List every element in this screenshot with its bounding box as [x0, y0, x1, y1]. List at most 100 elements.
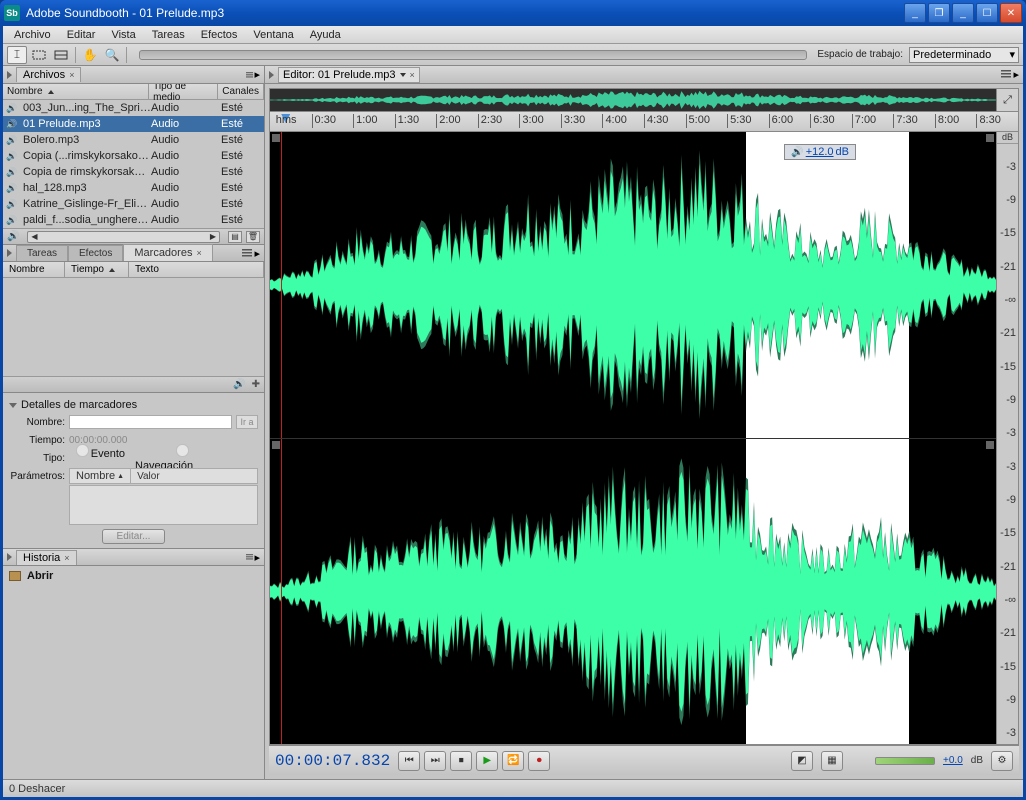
param-col-name[interactable]: Nombre▲	[69, 468, 130, 484]
detail-name-label: Nombre:	[9, 417, 65, 428]
transport-bar: 00:00:07.832 ⏮ ⏭ ⏹ ▶ 🔁 ⏺ ◩ ▦ +0.0 dB ⚙	[269, 745, 1019, 775]
marker-details: Detalles de marcadores Nombre: Ir a Tiem…	[3, 392, 264, 548]
folder-icon	[9, 571, 21, 581]
goto-button[interactable]: Ir a	[236, 415, 258, 429]
close-icon[interactable]: ×	[196, 248, 201, 258]
goto-start-button[interactable]: ⏮	[398, 751, 420, 771]
close-icon[interactable]: ×	[410, 70, 415, 80]
file-row[interactable]: 🔊Copia (...rimskykorsakov.mp3AudioEsté	[3, 148, 264, 164]
settings-icon[interactable]: ⚙	[991, 751, 1013, 771]
waveform-left[interactable]: 🔊 +12.0 dB	[270, 132, 996, 439]
overview-strip[interactable]: ⤢	[269, 88, 1019, 112]
ibeam-tool-icon[interactable]: 𝙸	[7, 46, 27, 64]
menu-editar[interactable]: Editar	[59, 28, 104, 42]
detail-type-label: Tipo:	[9, 453, 65, 464]
spectral-toggle-icon[interactable]: ▦	[821, 751, 843, 771]
close-button[interactable]: ✕	[1000, 3, 1022, 23]
tab-efectos[interactable]: Efectos	[68, 245, 123, 261]
volume-value[interactable]: +0.0	[943, 755, 963, 766]
file-row[interactable]: 🔊003_Jun...ing_The_Spring.mp3AudioEsté	[3, 100, 264, 116]
hand-tool-icon[interactable]: ✋	[80, 46, 100, 64]
add-marker-icon[interactable]: ✚	[252, 379, 260, 390]
trash-icon[interactable]: 🗑	[246, 231, 260, 243]
view-toggle-icon[interactable]: ◩	[791, 751, 813, 771]
new-bin-icon[interactable]: ▤	[228, 231, 242, 243]
col-canales[interactable]: Canales	[218, 84, 264, 99]
close-icon[interactable]: ×	[64, 553, 69, 563]
panel-menu-icon[interactable]: ▸	[242, 247, 260, 260]
history-item[interactable]: Abrir	[9, 568, 258, 584]
menu-archivo[interactable]: Archivo	[6, 28, 59, 42]
menu-efectos[interactable]: Efectos	[193, 28, 246, 42]
tab-marcadores[interactable]: Marcadores×	[123, 244, 212, 261]
gain-badge[interactable]: 🔊 +12.0 dB	[784, 144, 856, 160]
editor-header: Editor: 01 Prelude.mp3× ▸	[265, 66, 1023, 84]
app-icon: Sb	[4, 5, 20, 21]
params-list	[69, 485, 258, 525]
panel-collapse-icon[interactable]	[7, 553, 12, 561]
col-nombre[interactable]: Nombre	[3, 84, 149, 99]
time-display[interactable]: 00:00:07.832	[275, 752, 390, 770]
close-icon[interactable]: ×	[69, 70, 74, 80]
waveform-right[interactable]	[270, 439, 996, 745]
channel-marker-icon	[272, 441, 280, 449]
freq-tool-icon[interactable]	[51, 46, 71, 64]
menu-ayuda[interactable]: Ayuda	[302, 28, 349, 42]
zoom-fit-icon[interactable]: ⤢	[996, 89, 1018, 111]
titlebar: Sb Adobe Soundbooth - 01 Prelude.mp3 _ ❐…	[0, 0, 1026, 26]
file-row[interactable]: 🔊hal_128.mp3AudioEsté	[3, 180, 264, 196]
speaker-icon[interactable]: 🔊	[233, 379, 245, 390]
restore-button[interactable]: ❐	[928, 3, 950, 23]
minimize-button[interactable]: _	[904, 3, 926, 23]
panel-collapse-icon[interactable]	[7, 249, 12, 257]
panel-menu-icon[interactable]: ▸	[246, 70, 260, 80]
stop-button[interactable]: ⏹	[450, 751, 472, 771]
loop-button[interactable]: 🔁	[502, 751, 524, 771]
play-button[interactable]: ▶	[476, 751, 498, 771]
file-row[interactable]: 🔊01 Prelude.mp3AudioEsté	[3, 116, 264, 132]
edit-button[interactable]: Editar...	[102, 529, 166, 544]
panel-menu-icon[interactable]: ▸	[1001, 68, 1019, 81]
file-row[interactable]: 🔊Katrine_Gislinge-Fr_Elise.mp3AudioEsté	[3, 196, 264, 212]
record-button[interactable]: ⏺	[528, 751, 550, 771]
chevron-down-icon[interactable]	[400, 73, 406, 77]
file-row[interactable]: 🔊Copia de rimskykorsakov.mp3AudioEsté	[3, 164, 264, 180]
tab-tareas[interactable]: Tareas	[16, 245, 68, 261]
panel-menu-icon[interactable]: ▸	[246, 552, 260, 562]
window-title: Adobe Soundbooth - 01 Prelude.mp3	[26, 6, 904, 20]
undo-status: 0 Deshacer	[9, 783, 65, 795]
zoom-tool-icon[interactable]: 🔍	[102, 46, 122, 64]
param-col-value[interactable]: Valor	[130, 468, 258, 484]
menubar: Archivo Editar Vista Tareas Efectos Vent…	[3, 26, 1023, 44]
markers-panel: Nombre Tiempo Texto 🔊 ✚	[3, 262, 264, 392]
historia-panel: Abrir	[3, 566, 264, 779]
workspace-dropdown[interactable]: Predeterminado▾	[909, 47, 1019, 63]
panel-collapse-icon[interactable]	[269, 71, 274, 79]
markers-col-nombre[interactable]: Nombre	[3, 262, 65, 277]
minimize2-button[interactable]: _	[952, 3, 974, 23]
channel-marker-icon	[986, 441, 994, 449]
menu-vista[interactable]: Vista	[103, 28, 143, 42]
speaker-icon[interactable]: 🔊	[7, 231, 19, 242]
timeline-ruler[interactable]: hms0:301:001:302:002:303:003:304:004:305…	[269, 112, 1019, 132]
files-hscrollbar[interactable]: ◀▶	[27, 231, 220, 243]
historia-header: Historia× ▸	[3, 548, 264, 566]
marquee-tool-icon[interactable]	[29, 46, 49, 64]
volume-meter[interactable]	[875, 757, 935, 765]
col-tipo[interactable]: Tipo de medio	[149, 84, 218, 99]
menu-ventana[interactable]: Ventana	[245, 28, 301, 42]
file-row[interactable]: 🔊paldi_f...sodia_ungherese.mp3AudioEsté	[3, 212, 264, 228]
markers-col-tiempo[interactable]: Tiempo	[65, 262, 129, 277]
detail-name-input[interactable]	[69, 415, 232, 429]
editor-tab[interactable]: Editor: 01 Prelude.mp3×	[278, 67, 420, 83]
menu-tareas[interactable]: Tareas	[144, 28, 193, 42]
details-header[interactable]: Detalles de marcadores	[9, 397, 258, 413]
file-row[interactable]: 🔊Bolero.mp3AudioEsté	[3, 132, 264, 148]
maximize-button[interactable]: ☐	[976, 3, 998, 23]
markers-col-texto[interactable]: Texto	[129, 262, 264, 277]
files-tab[interactable]: Archivos×	[16, 67, 81, 82]
panel-collapse-icon[interactable]	[7, 71, 12, 79]
historia-tab[interactable]: Historia×	[16, 550, 77, 565]
goto-end-button[interactable]: ⏭	[424, 751, 446, 771]
playhead-cursor	[281, 132, 282, 438]
